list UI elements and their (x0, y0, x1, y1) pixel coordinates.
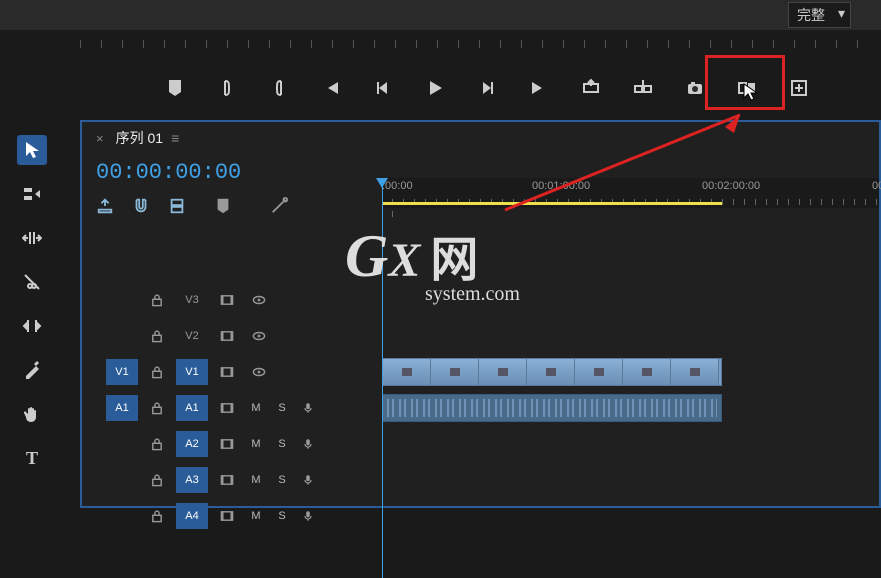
razor-tool[interactable] (17, 267, 47, 297)
playhead[interactable] (382, 178, 383, 578)
track-source-patch[interactable] (106, 467, 138, 493)
track-record-toggle[interactable] (298, 431, 318, 457)
timeline-panel: × 序列 01 ≡ 00:00:00:00 :00:00 00:01:00:00… (80, 120, 881, 508)
work-area-bar[interactable] (382, 202, 722, 205)
track-record-toggle[interactable] (298, 503, 318, 529)
track-source-patch[interactable] (106, 323, 138, 349)
track-mute-toggle[interactable]: M (246, 431, 266, 457)
ruler-label: :00:00 (382, 180, 413, 192)
track-target-toggle[interactable]: A2 (176, 431, 208, 457)
step-back-button[interactable] (368, 73, 398, 103)
ruler-label: 00:01:00:00 (532, 180, 590, 192)
track-source-patch[interactable] (106, 503, 138, 529)
add-marker-button[interactable] (160, 73, 190, 103)
track-target-toggle[interactable]: A3 (176, 467, 208, 493)
ripple-edit-tool[interactable] (17, 223, 47, 253)
linked-selection-icon[interactable] (168, 197, 186, 220)
track-lock-toggle[interactable] (144, 359, 170, 385)
track-source-patch[interactable] (106, 431, 138, 457)
track-lock-toggle[interactable] (144, 431, 170, 457)
track-lock-toggle[interactable] (144, 467, 170, 493)
svg-text:T: T (26, 448, 38, 468)
pen-tool[interactable] (17, 355, 47, 385)
sequence-tab-label[interactable]: 序列 01 (116, 128, 163, 148)
track-solo-toggle[interactable]: S (272, 431, 292, 457)
track-source-patch[interactable]: A1 (106, 395, 138, 421)
playback-quality-selector[interactable]: 完整 (788, 2, 851, 28)
track-solo-toggle[interactable]: S (272, 395, 292, 421)
track-source-patch[interactable] (106, 287, 138, 313)
track-record-toggle[interactable] (298, 395, 318, 421)
track-source-patch[interactable]: V1 (106, 359, 138, 385)
snap-icon[interactable] (132, 197, 150, 220)
sequence-tab-menu[interactable]: ≡ (171, 130, 179, 146)
settings-icon[interactable] (270, 197, 288, 220)
go-to-in-button[interactable] (316, 73, 346, 103)
ruler-label: 00:02:00:00 (702, 180, 760, 192)
type-tool[interactable]: T (17, 443, 47, 473)
track-lock-toggle[interactable] (144, 395, 170, 421)
track-sync-lock-toggle[interactable] (214, 395, 240, 421)
track-sync-lock-toggle[interactable] (214, 431, 240, 457)
audio-clip[interactable] (382, 394, 722, 422)
track-row: A1 A1 M S (92, 390, 367, 426)
lift-button[interactable] (576, 73, 606, 103)
comparison-view-button[interactable] (732, 73, 762, 103)
track-target-toggle[interactable]: A4 (176, 503, 208, 529)
track-target-toggle[interactable]: V3 (176, 287, 208, 313)
ruler-label: 00:03:00:0 (872, 180, 881, 192)
track-lock-toggle[interactable] (144, 503, 170, 529)
track-mute-toggle[interactable]: M (246, 395, 266, 421)
play-button[interactable] (420, 73, 450, 103)
step-forward-button[interactable] (472, 73, 502, 103)
track-row: V3 (92, 282, 367, 318)
track-record-toggle[interactable] (298, 467, 318, 493)
hand-tool[interactable] (17, 399, 47, 429)
extract-button[interactable] (628, 73, 658, 103)
track-visibility-toggle[interactable] (246, 359, 272, 385)
sequence-tab-close[interactable]: × (96, 131, 104, 146)
mark-in-button[interactable] (212, 73, 242, 103)
track-lock-toggle[interactable] (144, 287, 170, 313)
export-frame-button[interactable] (680, 73, 710, 103)
selection-tool[interactable] (17, 135, 47, 165)
track-target-toggle[interactable]: A1 (176, 395, 208, 421)
track-row: A2 M S (92, 426, 367, 462)
track-row: A3 M S (92, 462, 367, 498)
track-sync-lock-toggle[interactable] (214, 503, 240, 529)
track-lock-toggle[interactable] (144, 323, 170, 349)
monitor-ruler (60, 30, 881, 58)
button-editor-button[interactable] (784, 73, 814, 103)
track-sync-lock-toggle[interactable] (214, 287, 240, 313)
insert-mode-icon[interactable] (96, 197, 114, 220)
track-target-toggle[interactable]: V2 (176, 323, 208, 349)
slip-tool[interactable] (17, 311, 47, 341)
track-row: V1 V1 (92, 354, 367, 390)
track-visibility-toggle[interactable] (246, 287, 272, 313)
track-sync-lock-toggle[interactable] (214, 359, 240, 385)
track-visibility-toggle[interactable] (246, 323, 272, 349)
mark-out-button[interactable] (264, 73, 294, 103)
track-target-toggle[interactable]: V1 (176, 359, 208, 385)
track-solo-toggle[interactable]: S (272, 467, 292, 493)
track-sync-lock-toggle[interactable] (214, 323, 240, 349)
track-sync-lock-toggle[interactable] (214, 467, 240, 493)
marker-icon[interactable] (214, 197, 232, 220)
track-row: V2 (92, 318, 367, 354)
track-select-tool[interactable] (17, 179, 47, 209)
video-clip[interactable] (382, 358, 722, 386)
go-to-out-button[interactable] (524, 73, 554, 103)
track-row: A4 M S (92, 498, 367, 534)
quality-label: 完整 (797, 7, 825, 23)
track-mute-toggle[interactable]: M (246, 467, 266, 493)
track-solo-toggle[interactable]: S (272, 503, 292, 529)
track-mute-toggle[interactable]: M (246, 503, 266, 529)
